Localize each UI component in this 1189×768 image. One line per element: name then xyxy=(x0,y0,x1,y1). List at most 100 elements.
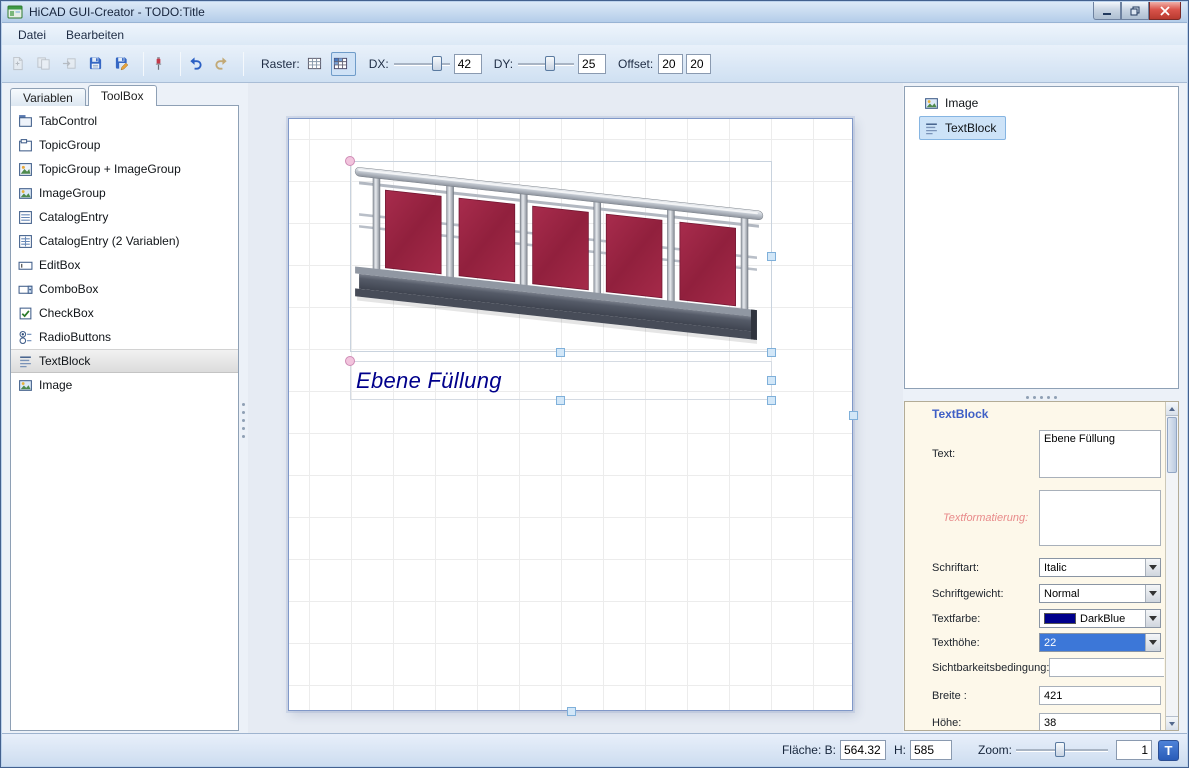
left-splitter[interactable] xyxy=(239,105,248,731)
image-icon xyxy=(924,96,939,111)
schriftart-label: Schriftart: xyxy=(905,558,1039,577)
textblock-anchor-handle[interactable] xyxy=(345,356,355,366)
schriftgewicht-select[interactable]: Normal xyxy=(1039,584,1161,603)
scrollbar-thumb[interactable] xyxy=(1167,417,1177,473)
toolbox-item-topicgroup[interactable]: TopicGroup xyxy=(11,133,238,157)
dy-slider[interactable] xyxy=(518,55,574,73)
minimize-button[interactable] xyxy=(1093,2,1121,20)
grid-button[interactable] xyxy=(305,52,330,76)
flaeche-b-input[interactable] xyxy=(840,740,886,760)
toolbox-item-label: EditBox xyxy=(39,258,80,272)
texthoehe-label: Texthöhe: xyxy=(905,633,1039,652)
save-button[interactable] xyxy=(86,52,111,76)
import-button[interactable] xyxy=(60,52,85,76)
menu-item-bearbeiten[interactable]: Bearbeiten xyxy=(56,25,134,45)
toolbar-separator xyxy=(143,52,144,76)
design-page[interactable]: Ebene Füllung xyxy=(288,118,853,711)
arrow-up-icon xyxy=(1169,407,1175,411)
undo-button[interactable] xyxy=(186,52,211,76)
pin-button[interactable] xyxy=(149,52,174,76)
textfarbe-select[interactable]: DarkBlue xyxy=(1039,609,1161,628)
toolbox-item-tabcontrol[interactable]: TabControl xyxy=(11,109,238,133)
scroll-up-button[interactable] xyxy=(1166,402,1178,416)
tab-toolbox[interactable]: ToolBox xyxy=(88,85,157,106)
menu-bar: Datei Bearbeiten xyxy=(2,24,1187,45)
schriftgewicht-value: Normal xyxy=(1044,588,1079,600)
tab-variablen[interactable]: Variablen xyxy=(10,88,86,106)
zoom-label: Zoom: xyxy=(978,743,1012,757)
scroll-down-button[interactable] xyxy=(1166,716,1178,730)
restore-button[interactable] xyxy=(1121,2,1149,20)
dx-input[interactable] xyxy=(454,54,482,74)
dy-input[interactable] xyxy=(578,54,606,74)
toolbox-item-catalogentry[interactable]: CatalogEntry xyxy=(11,205,238,229)
hoehe-input[interactable] xyxy=(1039,713,1161,730)
texthoehe-select[interactable]: 22 xyxy=(1039,633,1161,652)
window-title: HiCAD GUI-Creator - TODO:Title xyxy=(29,5,205,19)
toolbox-item-topicgroup-imagegroup[interactable]: TopicGroup + ImageGroup xyxy=(11,157,238,181)
schriftart-select[interactable]: Italic xyxy=(1039,558,1161,577)
topicgroup-icon xyxy=(18,138,33,153)
page-resize-handle-bottom[interactable] xyxy=(567,707,576,716)
offset-y-input[interactable] xyxy=(686,54,711,74)
texthoehe-value: 22 xyxy=(1044,637,1056,649)
snap-grid-button[interactable] xyxy=(331,52,356,76)
textblock-resize-handle-right[interactable] xyxy=(767,376,776,385)
toolbox-list: TabControlTopicGroupTopicGroup + ImageGr… xyxy=(11,109,238,397)
textformat-input[interactable] xyxy=(1039,490,1161,546)
zoom-slider[interactable] xyxy=(1016,741,1108,759)
flaeche-h-input[interactable] xyxy=(910,740,952,760)
image-element[interactable] xyxy=(350,161,772,352)
redo-button[interactable] xyxy=(212,52,237,76)
page-resize-handle-right[interactable] xyxy=(849,411,858,420)
right-splitter[interactable] xyxy=(904,389,1179,401)
catalogentry2-icon xyxy=(18,234,33,249)
element-item-image[interactable]: Image xyxy=(919,91,988,115)
offset-x-input[interactable] xyxy=(658,54,683,74)
element-item-textblock[interactable]: TextBlock xyxy=(919,116,1006,140)
dx-slider-thumb[interactable] xyxy=(432,56,442,71)
textblock-resize-handle-corner[interactable] xyxy=(767,396,776,405)
color-swatch xyxy=(1044,613,1076,624)
breite-input[interactable] xyxy=(1039,686,1161,705)
app-icon xyxy=(7,4,23,20)
toolbox-item-label: CheckBox xyxy=(39,306,94,320)
toolbox-item-imagegroup[interactable]: ImageGroup xyxy=(11,181,238,205)
toolbox-item-image[interactable]: Image xyxy=(11,373,238,397)
toolbox-item-textblock[interactable]: TextBlock xyxy=(11,349,238,373)
image-resize-handle-corner[interactable] xyxy=(767,348,776,357)
toolbox-item-label: ComboBox xyxy=(39,282,98,296)
dx-slider[interactable] xyxy=(394,55,450,73)
sichtbarkeit-input[interactable] xyxy=(1049,658,1164,677)
snap-grid-icon xyxy=(333,56,348,71)
toolbox-item-radiobuttons[interactable]: RadioButtons xyxy=(11,325,238,349)
design-canvas: Ebene Füllung xyxy=(248,83,903,733)
new-button[interactable] xyxy=(8,52,33,76)
copy-button[interactable] xyxy=(34,52,59,76)
combobox-icon xyxy=(18,282,33,297)
image-resize-handle-right[interactable] xyxy=(767,252,776,261)
properties-scrollbar[interactable] xyxy=(1165,402,1178,730)
dy-slider-thumb[interactable] xyxy=(545,56,555,71)
element-item-label: Image xyxy=(945,96,978,110)
image-resize-handle-bottom[interactable] xyxy=(556,348,565,357)
text-tool-button[interactable]: T xyxy=(1158,740,1179,761)
close-button[interactable] xyxy=(1149,2,1181,20)
save-as-button[interactable] xyxy=(112,52,137,76)
left-tab-strip: Variablen ToolBox xyxy=(10,85,159,106)
toolbar-separator xyxy=(180,52,181,76)
textblock-resize-handle-bottom[interactable] xyxy=(556,396,565,405)
textblock-element[interactable]: Ebene Füllung xyxy=(350,361,772,400)
toolbox-item-catalogentry-2-variablen[interactable]: CatalogEntry (2 Variablen) xyxy=(11,229,238,253)
image-anchor-handle[interactable] xyxy=(345,156,355,166)
zoom-slider-thumb[interactable] xyxy=(1055,742,1065,757)
toolbox-item-editbox[interactable]: EditBox xyxy=(11,253,238,277)
save-icon xyxy=(88,56,103,71)
toolbox-item-checkbox[interactable]: CheckBox xyxy=(11,301,238,325)
zoom-input[interactable] xyxy=(1116,740,1152,760)
toolbox-item-combobox[interactable]: ComboBox xyxy=(11,277,238,301)
window-controls xyxy=(1093,2,1181,20)
textblock-text: Ebene Füllung xyxy=(351,368,502,394)
menu-item-datei[interactable]: Datei xyxy=(8,25,56,45)
text-input[interactable]: Ebene Füllung xyxy=(1039,430,1161,478)
